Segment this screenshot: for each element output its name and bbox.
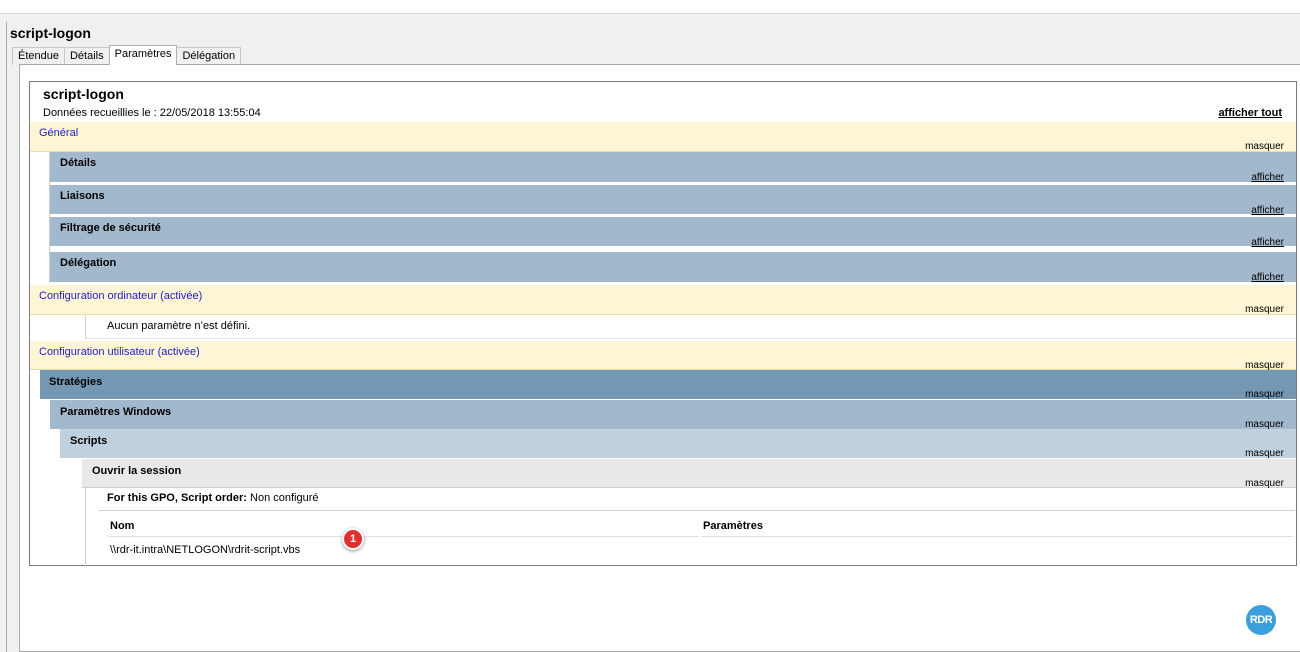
category-computer-config: Configuration ordinateur (activée) masqu…	[30, 285, 1296, 315]
security-filtering-show-link[interactable]: afficher	[1251, 237, 1284, 248]
indent-guide	[85, 488, 86, 566]
script-order-value: Non configuré	[250, 492, 319, 504]
details-show-link[interactable]: afficher	[1251, 172, 1284, 183]
category-general: Général masquer	[30, 122, 1296, 152]
liaisons-show-link[interactable]: afficher	[1251, 205, 1284, 216]
tab-details[interactable]: Détails	[63, 47, 110, 65]
annotation-marker: 1	[342, 528, 364, 550]
category-general-label: Général	[39, 127, 79, 139]
logon-hide-link[interactable]: masquer	[1245, 478, 1284, 489]
show-all-link[interactable]: afficher tout	[1218, 107, 1282, 119]
script-order-line: For this GPO, Script order: Non configur…	[107, 492, 319, 504]
section-security-filtering: Filtrage de sécurité afficher	[50, 217, 1296, 248]
section-logon-label: Ouvrir la session	[92, 465, 182, 477]
indent-guide	[85, 315, 86, 339]
section-delegation: Délégation afficher	[50, 252, 1296, 283]
table-header-separator	[701, 536, 1293, 537]
script-order-label: For this GPO, Script order:	[107, 492, 247, 504]
tab-bar: Étendue Détails Paramètres Délégation	[12, 45, 242, 65]
category-computer-config-label: Configuration ordinateur (activée)	[39, 290, 203, 302]
delegation-show-link[interactable]: afficher	[1251, 272, 1284, 283]
tab-parametres[interactable]: Paramètres	[108, 45, 178, 65]
col-header-name: Nom	[110, 520, 135, 532]
section-liaisons-label: Liaisons	[60, 190, 105, 202]
top-toolbar-strip	[0, 0, 1300, 14]
report-title: script-logon	[43, 86, 124, 102]
gpo-title: script-logon	[10, 25, 91, 41]
row-separator	[99, 510, 1295, 511]
section-strategies-label: Stratégies	[49, 376, 103, 388]
section-details-label: Détails	[60, 157, 97, 169]
section-security-filtering-label: Filtrage de sécurité	[60, 222, 161, 234]
collected-date: Données recueillies le : 22/05/2018 13:5…	[43, 107, 261, 119]
section-delegation-label: Délégation	[60, 257, 117, 269]
section-liaisons: Liaisons afficher	[50, 185, 1296, 216]
strategies-hide-link[interactable]: masquer	[1245, 389, 1284, 400]
section-logon: Ouvrir la session masquer	[82, 459, 1296, 489]
no-setting-row: Aucun paramètre n’est défini.	[85, 315, 1296, 339]
table-header-separator	[108, 536, 698, 537]
tab-delegation[interactable]: Délégation	[176, 47, 242, 65]
section-windows-settings: Paramètres Windows masquer	[50, 400, 1296, 430]
computer-config-hide-link[interactable]: masquer	[1245, 304, 1284, 315]
section-scripts-label: Scripts	[70, 435, 108, 447]
general-hide-link[interactable]: masquer	[1245, 141, 1284, 152]
section-strategies: Stratégies masquer	[40, 370, 1296, 400]
section-details: Détails afficher	[50, 152, 1296, 183]
category-user-config: Configuration utilisateur (activée) masq…	[30, 341, 1296, 371]
scripts-hide-link[interactable]: masquer	[1245, 448, 1284, 459]
no-setting-text: Aucun paramètre n’est défini.	[107, 320, 251, 332]
script-path-cell: \\rdr-it.intra\NETLOGON\rdrit-script.vbs	[110, 544, 301, 556]
tab-etendue[interactable]: Étendue	[12, 47, 65, 65]
section-scripts: Scripts masquer	[60, 429, 1296, 459]
col-header-parameters: Paramètres	[703, 520, 763, 532]
section-windows-settings-label: Paramètres Windows	[60, 406, 172, 418]
rdr-logo: RDR	[1246, 605, 1276, 635]
category-user-config-label: Configuration utilisateur (activée)	[39, 346, 200, 358]
